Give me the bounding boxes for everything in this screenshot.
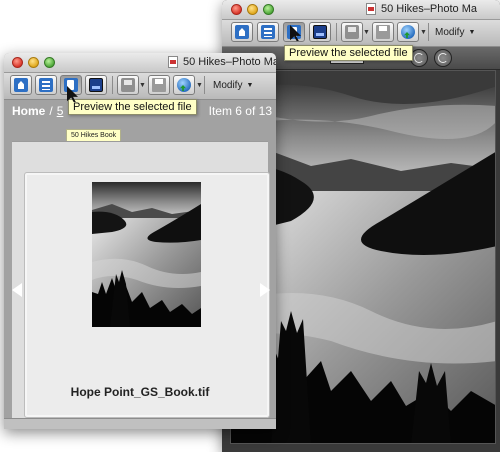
chevron-down-icon[interactable]: ▼ — [420, 29, 427, 36]
chevron-down-icon[interactable]: ▼ — [139, 82, 146, 89]
print-button[interactable] — [372, 22, 394, 42]
home-icon — [235, 25, 249, 39]
window-title: 50 Hikes–Photo Ma — [366, 3, 477, 15]
list-view-icon — [261, 25, 275, 39]
share-button[interactable] — [173, 75, 195, 95]
bottom-status-strip — [4, 418, 276, 429]
front-window[interactable]: 50 Hikes–Photo Ma ▼ ▼ Modify ▼ Home/5 / … — [4, 53, 276, 429]
image-thumbnail[interactable] — [92, 182, 201, 327]
modify-label: Modify — [435, 26, 465, 38]
modify-label: Modify — [213, 79, 243, 91]
breadcrumb-collection[interactable]: 5 — [57, 104, 64, 118]
slideshow-button[interactable] — [85, 75, 107, 95]
back-toolbar: ▼ ▼ Modify ▼ — [222, 20, 500, 47]
zoom-button[interactable] — [44, 57, 55, 68]
chevron-down-icon[interactable]: ▼ — [363, 29, 370, 36]
minimize-button[interactable] — [247, 4, 258, 15]
chevron-down-icon[interactable]: ▼ — [196, 82, 203, 89]
document-icon — [366, 3, 376, 15]
toolbar-divider — [428, 23, 429, 41]
previous-item-arrow-icon[interactable] — [12, 283, 22, 297]
save-button[interactable] — [117, 75, 139, 95]
minimize-button[interactable] — [28, 57, 39, 68]
document-icon — [168, 56, 178, 68]
thumbnail-photo — [92, 182, 201, 327]
disk-icon — [345, 25, 359, 39]
rotate-right-button[interactable] — [434, 49, 452, 67]
close-button[interactable] — [12, 57, 23, 68]
printer-icon — [376, 25, 390, 39]
share-button[interactable] — [397, 22, 419, 42]
window-title-text: 50 Hikes–Photo Ma — [381, 3, 477, 15]
file-name-label: Hope Point_GS_Book.tif — [70, 385, 210, 399]
toolbar-divider — [112, 76, 113, 94]
disk-icon — [121, 78, 135, 92]
back-title-bar[interactable]: 50 Hikes–Photo Ma — [222, 0, 500, 20]
globe-upload-icon — [401, 25, 415, 39]
globe-upload-icon — [177, 78, 191, 92]
modify-menu[interactable]: Modify ▼ — [213, 77, 253, 93]
front-toolbar: ▼ ▼ Modify ▼ — [4, 73, 276, 100]
rotate-left-button[interactable] — [410, 49, 428, 67]
breadcrumb-separator: / — [49, 104, 53, 118]
list-view-icon — [39, 78, 53, 92]
slideshow-button[interactable] — [309, 22, 331, 42]
toolbar-divider — [336, 23, 337, 41]
list-view-button[interactable] — [257, 22, 279, 42]
home-icon — [14, 78, 28, 92]
chevron-down-icon: ▼ — [468, 28, 476, 36]
modify-menu[interactable]: Modify ▼ — [435, 24, 475, 40]
zoom-button[interactable] — [263, 4, 274, 15]
monitor-icon — [89, 78, 103, 92]
window-title: 50 Hikes–Photo Ma — [168, 56, 276, 68]
item-counter: Item 6 of 13 — [208, 104, 272, 118]
window-title-text: 50 Hikes–Photo Ma — [183, 56, 276, 68]
print-button[interactable] — [148, 75, 170, 95]
breadcrumb: Home / 5 — [12, 104, 63, 118]
toolbar-divider — [204, 76, 205, 94]
home-button[interactable] — [231, 22, 253, 42]
preview-tooltip: Preview the selected file — [68, 99, 197, 115]
save-button[interactable] — [341, 22, 363, 42]
breadcrumb-home[interactable]: Home — [12, 104, 45, 118]
chevron-down-icon: ▼ — [246, 81, 254, 89]
home-button[interactable] — [10, 75, 32, 95]
preview-tooltip: Preview the selected file — [284, 45, 413, 61]
front-title-bar[interactable]: 50 Hikes–Photo Ma — [4, 53, 276, 73]
preview-icon — [64, 78, 78, 92]
next-item-arrow-icon[interactable] — [260, 283, 270, 297]
monitor-icon — [313, 25, 327, 39]
printer-icon — [152, 78, 166, 92]
close-button[interactable] — [231, 4, 242, 15]
list-view-button[interactable] — [35, 75, 57, 95]
